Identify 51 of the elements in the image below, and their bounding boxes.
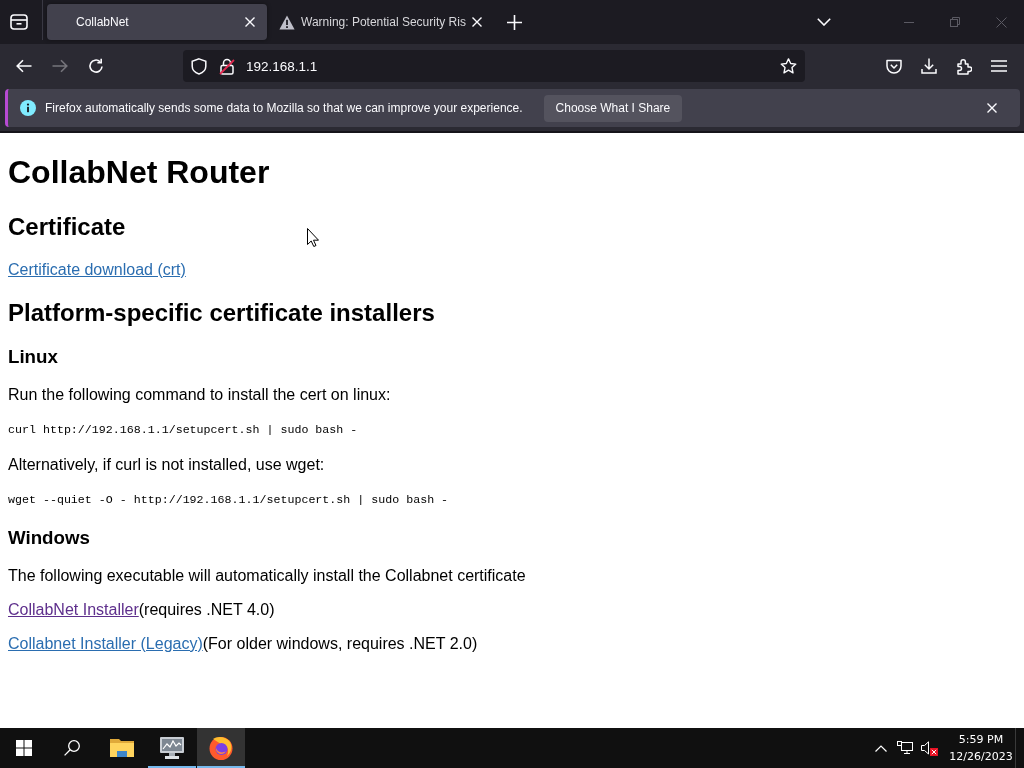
puzzle-piece-icon	[956, 57, 972, 75]
taskbar-app-button[interactable]	[197, 728, 245, 768]
browser-tab[interactable]: Warning: Potential Security Ris	[271, 4, 491, 40]
star-icon[interactable]	[780, 58, 797, 74]
mouse-pointer-icon	[307, 228, 319, 247]
download-link[interactable]: CollabNet Installer	[8, 600, 139, 618]
requirement-note: (For older windows, requires .NET 2.0)	[202, 634, 478, 652]
clock-button[interactable]: 5:59 PM 12/26/2023	[947, 728, 1015, 768]
box-icon	[10, 14, 28, 30]
arrow-right-icon	[52, 59, 68, 73]
section-heading: Certificate	[8, 212, 126, 241]
section-heading: Platform-specific certificate installers	[8, 298, 435, 327]
browser-tab[interactable]: CollabNet	[47, 4, 267, 40]
choose-what-i-share-button[interactable]: Choose What I Share	[543, 94, 683, 122]
chevron-down-icon	[817, 18, 831, 26]
warning-icon	[279, 14, 295, 30]
minimize-icon	[904, 21, 914, 23]
paragraph: Run the following command to install the cert on linux:	[8, 385, 391, 403]
arrow-left-icon	[16, 59, 32, 73]
download-link[interactable]: Certificate download (crt)	[8, 260, 186, 278]
browser-logo-icon	[209, 736, 233, 760]
info-icon	[20, 100, 36, 116]
chevron-up-icon	[875, 744, 887, 752]
page-title: CollabNet Router	[8, 154, 270, 192]
broken-lock-icon[interactable]	[219, 57, 235, 75]
subsection-heading: Windows	[8, 527, 90, 550]
close-icon	[987, 103, 997, 113]
address-field[interactable]: 192.168.1.1	[183, 50, 805, 82]
plus-icon	[506, 14, 522, 30]
monitor-chart-icon	[160, 737, 184, 759]
folder-icon	[110, 738, 134, 758]
shield-icon[interactable]	[191, 57, 207, 75]
reload-icon	[88, 58, 104, 74]
restore-icon	[950, 17, 960, 27]
subsection-heading: Linux	[8, 346, 58, 369]
requirement-note: (requires .NET 4.0)	[138, 600, 275, 618]
network-monitor-icon	[897, 740, 913, 756]
pocket-icon	[886, 58, 902, 74]
notification-message: Firefox automatically sends some data to Mozilla so that we can improve your experience.	[45, 101, 523, 115]
close-tab-icon[interactable]	[472, 17, 482, 27]
command-line: curl http://192.168.1.1/setupcert.sh | sudo bash -	[8, 422, 358, 436]
four-panes-icon	[16, 740, 32, 756]
close-icon	[995, 16, 1007, 28]
paragraph: The following executable will automatically install the Collabnet certificate	[8, 566, 526, 584]
close-tab-icon[interactable]	[245, 17, 255, 27]
download-icon	[921, 58, 937, 74]
menu-icon	[991, 60, 1007, 72]
command-line: wget --quiet -O - http://192.168.1.1/setupcert.sh | sudo bash -	[8, 492, 449, 506]
search-icon	[64, 740, 80, 756]
paragraph: Alternatively, if curl is not installed, use wget:	[8, 455, 325, 473]
download-link[interactable]: Collabnet Installer (Legacy)	[8, 634, 203, 652]
